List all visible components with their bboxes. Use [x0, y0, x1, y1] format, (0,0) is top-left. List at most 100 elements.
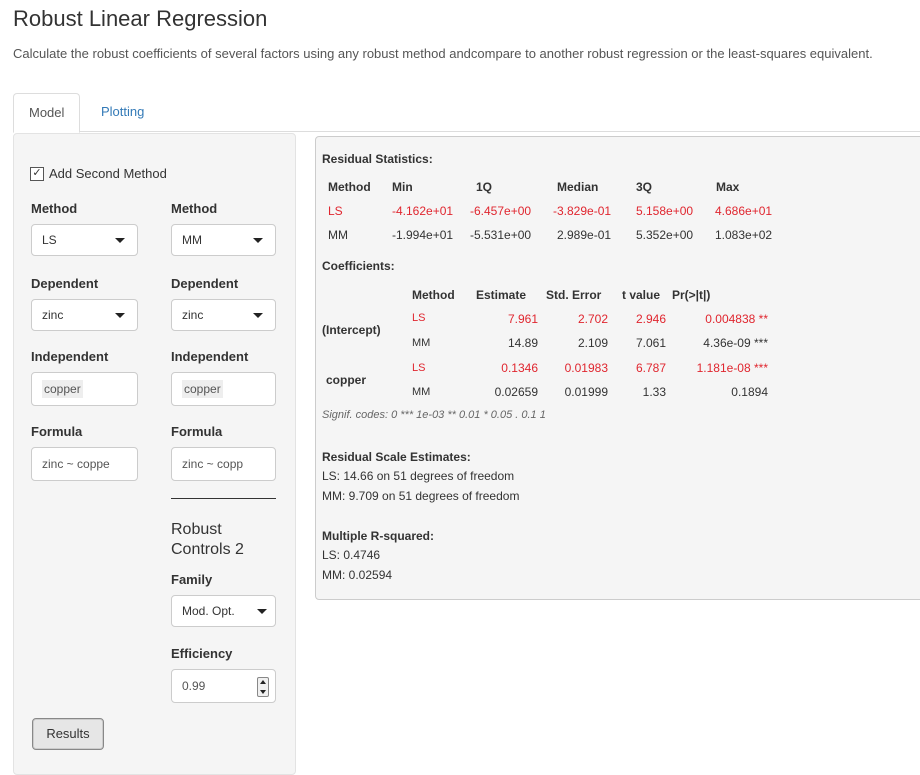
coef-intercept-ls-p: 0.004838 **: [705, 312, 768, 326]
coef-copper-ls-estimate: 0.1346: [501, 361, 538, 375]
independent-label-1: Independent: [31, 349, 109, 364]
formula-input-2[interactable]: zinc ~ copp: [171, 447, 276, 481]
coef-copper-ls-p: 1.181e-08 ***: [696, 361, 768, 375]
residual-ls-min: -4.162e+01: [392, 204, 454, 218]
family-select[interactable]: Mod. Opt.: [171, 595, 276, 627]
method-label-2: Method: [171, 201, 218, 216]
method-label-1: Method: [31, 201, 78, 216]
page-description: Calculate the robust coefficients of sev…: [13, 46, 873, 61]
residual-header-1q: 1Q: [476, 180, 493, 194]
rsq-mm: MM: 0.02594: [322, 568, 393, 582]
sidebar-panel: ✓ Add Second Method Method Method LS MM …: [13, 133, 296, 775]
output-panel: Residual Statistics: Method Min 1Q Media…: [315, 136, 920, 600]
residual-stats-title: Residual Statistics:: [322, 152, 433, 166]
independent-input-1[interactable]: copper: [31, 372, 138, 406]
independent-tag-2[interactable]: copper: [182, 380, 223, 398]
scale-mm: MM: 9.709 on 51 degrees of freedom: [322, 489, 520, 503]
residual-ls-median: -3.829e-01: [553, 204, 612, 218]
residual-ls-3q: 5.158e+00: [636, 204, 694, 218]
coef-header-method: Method: [412, 288, 455, 302]
residual-header-3q: 3Q: [636, 180, 653, 194]
method-select-1[interactable]: LS: [31, 224, 138, 256]
residual-mm-min: -1.994e+01: [392, 228, 454, 242]
family-label: Family: [171, 572, 213, 587]
formula-label-1: Formula: [31, 424, 83, 439]
tab-bar: Model Plotting: [13, 93, 920, 133]
tab-plotting[interactable]: Plotting: [86, 93, 159, 130]
rsq-title: Multiple R-squared:: [322, 529, 435, 543]
spinner-arrows-icon[interactable]: [257, 677, 269, 697]
coef-copper-mm-t: 1.33: [642, 385, 666, 399]
independent-input-2[interactable]: copper: [171, 372, 276, 406]
dependent-select-1[interactable]: zinc: [31, 299, 138, 331]
coef-copper-mm-stderr: 0.01999: [564, 385, 608, 399]
dependent-select-2[interactable]: zinc: [171, 299, 276, 331]
signif-codes: Signif. codes: 0 *** 1e-03 ** 0.01 * 0.0…: [322, 409, 546, 421]
residual-header-min: Min: [392, 180, 413, 194]
coef-copper-mm-p: 0.1894: [731, 385, 768, 399]
coef-intercept-mm-p: 4.36e-09 ***: [703, 336, 768, 350]
coef-header-std-error: Std. Error: [546, 288, 602, 302]
residual-header-max: Max: [716, 180, 740, 194]
coef-intercept-ls-estimate: 7.961: [507, 312, 538, 326]
residual-ls-max: 4.686e+01: [715, 204, 773, 218]
dependent-select-1-value: zinc: [42, 308, 64, 322]
residual-mm-3q: 5.352e+00: [636, 228, 694, 242]
formula-input-1[interactable]: zinc ~ coppe: [31, 447, 138, 481]
efficiency-input[interactable]: 0.99: [171, 669, 276, 703]
family-select-value: Mod. Opt.: [182, 604, 235, 618]
coef-intercept-mm-stderr: 2.109: [577, 336, 608, 350]
divider: [171, 498, 276, 499]
independent-tag-1[interactable]: copper: [42, 380, 83, 398]
results-button[interactable]: Results: [32, 718, 104, 750]
method-select-2[interactable]: MM: [171, 224, 276, 256]
residual-header-method: Method: [328, 180, 371, 194]
coef-header-t-value: t value: [622, 288, 661, 302]
coef-header-estimate: Estimate: [476, 288, 527, 302]
residual-ls-method: LS: [328, 204, 343, 218]
residual-mm-median: 2.989e-01: [557, 228, 612, 242]
dependent-select-2-value: zinc: [182, 308, 204, 322]
scale-ls: LS: 14.66 on 51 degrees of freedom: [322, 469, 515, 483]
coef-copper-mm-method: MM: [412, 386, 431, 398]
add-second-method-checkbox[interactable]: ✓ Add Second Method: [30, 166, 167, 181]
residual-header-median: Median: [557, 180, 599, 194]
coefficients-title: Coefficients:: [322, 259, 395, 273]
coef-term-copper: copper: [326, 373, 367, 387]
residual-mm-max: 1.083e+02: [715, 228, 773, 242]
formula-label-2: Formula: [171, 424, 223, 439]
coef-term-intercept: (Intercept): [322, 323, 381, 337]
coef-header-p: Pr(>|t|): [672, 288, 711, 302]
coef-intercept-ls-method: LS: [412, 312, 426, 324]
method-select-1-value: LS: [42, 233, 57, 247]
page-title: Robust Linear Regression: [13, 6, 268, 31]
coef-copper-ls-t: 6.787: [635, 361, 666, 375]
method-select-2-value: MM: [182, 233, 202, 247]
chevron-down-icon: [257, 609, 267, 614]
chevron-down-icon: [253, 313, 263, 318]
tab-model[interactable]: Model: [13, 93, 81, 133]
chevron-down-icon: [115, 313, 125, 318]
efficiency-value: 0.99: [182, 679, 206, 693]
coef-intercept-mm-estimate: 14.89: [507, 336, 538, 350]
coef-copper-ls-method: LS: [412, 362, 426, 374]
coef-copper-ls-stderr: 0.01983: [564, 361, 608, 375]
independent-label-2: Independent: [171, 349, 249, 364]
residual-mm-1q: -5.531e+00: [470, 228, 532, 242]
robust-controls-title: Robust Controls 2: [171, 521, 244, 558]
dependent-label-2: Dependent: [171, 276, 239, 291]
residual-ls-1q: -6.457e+00: [470, 204, 532, 218]
coef-intercept-ls-stderr: 2.702: [577, 312, 608, 326]
coef-intercept-mm-t: 7.061: [635, 336, 666, 350]
add-second-method-label: Add Second Method: [49, 166, 167, 181]
coef-intercept-ls-t: 2.946: [635, 312, 666, 326]
chevron-down-icon: [115, 238, 125, 243]
scale-title: Residual Scale Estimates:: [322, 450, 471, 464]
efficiency-label: Efficiency: [171, 646, 233, 661]
coef-intercept-mm-method: MM: [412, 337, 431, 349]
chevron-down-icon: [253, 238, 263, 243]
dependent-label-1: Dependent: [31, 276, 99, 291]
residual-mm-method: MM: [328, 228, 348, 242]
rsq-ls: LS: 0.4746: [322, 548, 381, 562]
checkbox-check-icon[interactable]: ✓: [30, 166, 44, 181]
